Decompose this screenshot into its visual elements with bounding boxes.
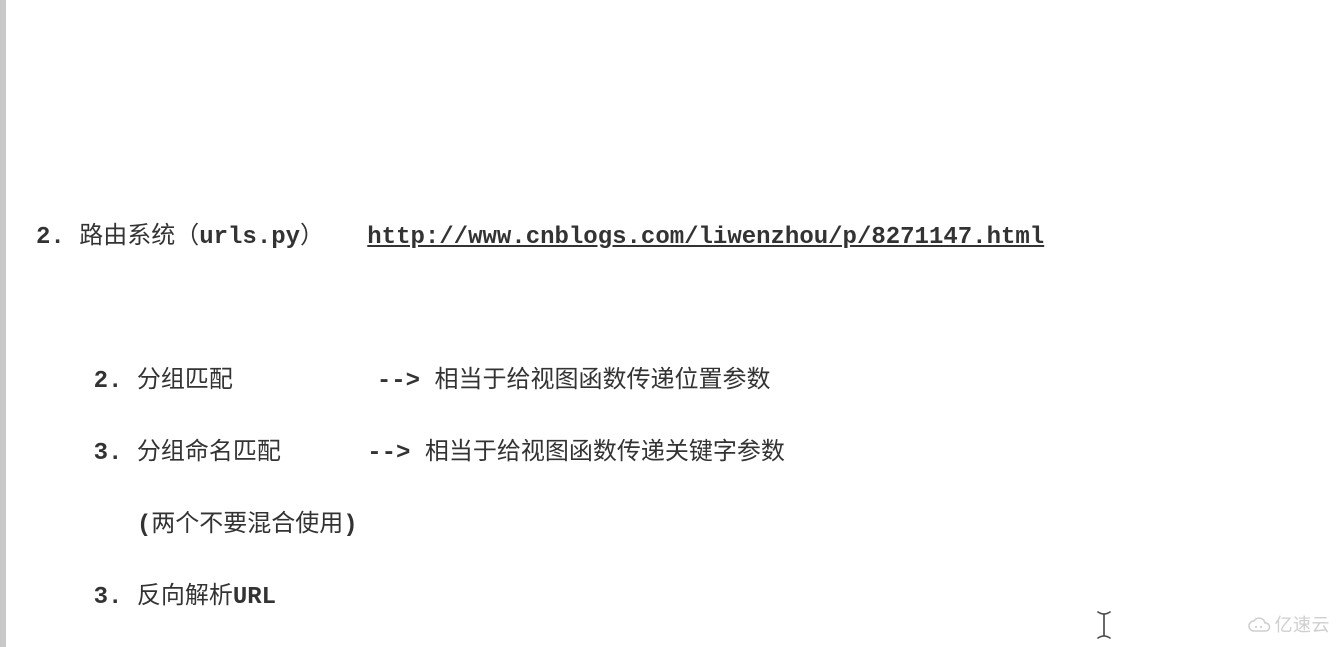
main-url-link[interactable]: http://www.cnblogs.com/liwenzhou/p/82711…	[367, 224, 1044, 251]
sub3-number: 3.	[94, 440, 137, 467]
line-sub3b: 3. 反向解析URL	[36, 580, 1338, 616]
sub3b-title: 反向解析URL	[137, 584, 276, 611]
cloud-icon	[1247, 615, 1271, 635]
editor-gutter	[0, 0, 6, 647]
watermark: 亿速云	[1247, 607, 1331, 643]
line-sub3: 3. 分组命名匹配 --> 相当于给视图函数传递关键字参数	[36, 436, 1338, 472]
document-content: 2. 路由系统（urls.py） http://www.cnblogs.com/…	[0, 180, 1338, 647]
line-sub2: 2. 分组匹配 --> 相当于给视图函数传递位置参数	[36, 364, 1338, 400]
line-main: 2. 路由系统（urls.py） http://www.cnblogs.com/…	[36, 220, 1338, 256]
sub3b-number: 3.	[94, 584, 137, 611]
main-number: 2.	[36, 224, 79, 251]
sub2-number: 2.	[94, 368, 137, 395]
sub3-text: 分组命名匹配 --> 相当于给视图函数传递关键字参数	[137, 440, 785, 467]
watermark-text: 亿速云	[1275, 607, 1331, 643]
sub2-text: 分组匹配 --> 相当于给视图函数传递位置参数	[137, 368, 771, 395]
page-root: 2. 路由系统（urls.py） http://www.cnblogs.com/…	[0, 0, 1338, 647]
line-sub3-note: (两个不要混合使用)	[36, 508, 1338, 544]
main-title: 路由系统（urls.py）	[79, 224, 324, 251]
blank-line	[36, 292, 1338, 328]
sub3-note: (两个不要混合使用)	[137, 512, 358, 539]
